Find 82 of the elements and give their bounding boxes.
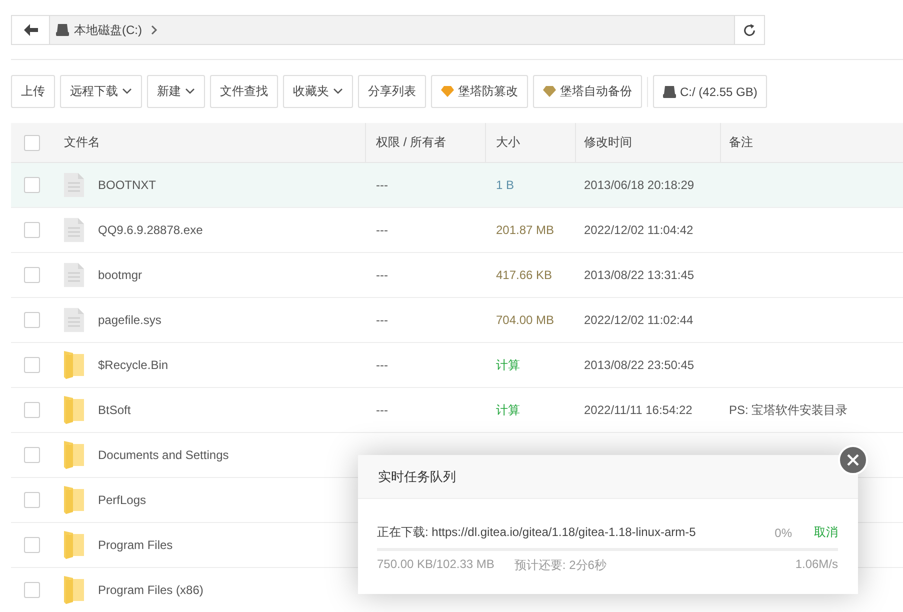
permission-text: --- bbox=[376, 358, 388, 372]
file-row[interactable]: BOOTNXT --- 1 B 2013/06/18 20:18:29 bbox=[11, 163, 903, 208]
folder-icon bbox=[64, 351, 84, 379]
file-size: 704.00 MB bbox=[496, 313, 554, 327]
caret-icon bbox=[185, 88, 195, 95]
column-header[interactable]: 文件名 bbox=[64, 134, 100, 151]
permission-text: --- bbox=[376, 403, 388, 417]
file-row[interactable]: bootmgr --- 417.66 KB 2013/08/22 13:31:45 bbox=[11, 253, 903, 298]
file-row[interactable]: QQ9.6.9.28878.exe --- 201.87 MB 2022/12/02 11:04:42 bbox=[11, 208, 903, 253]
speed-text: 1.06M/s bbox=[795, 557, 838, 573]
row-checkbox[interactable] bbox=[24, 312, 40, 328]
toolbar-button[interactable]: 分享列表 bbox=[358, 75, 426, 108]
row-checkbox[interactable] bbox=[24, 222, 40, 238]
toolbar-button[interactable]: 堡塔防篡改 bbox=[431, 75, 528, 108]
toolbar-button[interactable]: C:/ (42.55 GB) bbox=[653, 75, 768, 108]
eta-text: 预计还要: 2分6秒 bbox=[514, 557, 608, 574]
permission-text: --- bbox=[376, 268, 388, 282]
column-header[interactable]: 权限 / 所有者 bbox=[376, 134, 446, 151]
document-icon bbox=[64, 308, 84, 332]
progress-text: 750.00 KB/102.33 MB bbox=[377, 557, 494, 573]
toolbar-button[interactable]: 远程下载 bbox=[60, 75, 142, 108]
file-name[interactable]: bootmgr bbox=[98, 268, 142, 282]
modified-time: 2013/08/22 13:31:45 bbox=[584, 268, 694, 282]
file-name[interactable]: Program Files (x86) bbox=[98, 583, 204, 597]
toolbar-button[interactable]: 收藏夹 bbox=[283, 75, 353, 108]
caret-icon bbox=[333, 88, 343, 95]
permission-text: --- bbox=[376, 178, 388, 192]
file-name[interactable]: BtSoft bbox=[98, 403, 131, 417]
permission-text: --- bbox=[376, 313, 388, 327]
dialog-title: 实时任务队列 bbox=[378, 468, 456, 486]
file-name[interactable]: Program Files bbox=[98, 538, 173, 552]
toolbar-button[interactable]: 文件查找 bbox=[210, 75, 278, 108]
column-header[interactable]: 修改时间 bbox=[584, 134, 632, 151]
modified-time: 2022/11/11 16:54:22 bbox=[584, 403, 692, 417]
column-header[interactable]: 大小 bbox=[496, 134, 520, 151]
row-checkbox[interactable] bbox=[24, 447, 40, 463]
document-icon bbox=[64, 173, 84, 197]
note-text: PS: 宝塔软件安装目录 bbox=[729, 402, 848, 416]
file-name[interactable]: BOOTNXT bbox=[98, 178, 156, 192]
file-size: 201.87 MB bbox=[496, 223, 554, 237]
toolbar-button[interactable]: 上传 bbox=[11, 75, 55, 108]
toolbar-button[interactable]: 新建 bbox=[147, 75, 205, 108]
file-row[interactable]: $Recycle.Bin --- 计算 2013/08/22 23:50:45 bbox=[11, 343, 903, 388]
caret-icon bbox=[122, 88, 132, 95]
modified-time: 2013/06/18 20:18:29 bbox=[584, 178, 694, 192]
folder-icon bbox=[64, 531, 84, 559]
row-checkbox[interactable] bbox=[24, 402, 40, 418]
file-size: 1 B bbox=[496, 178, 514, 192]
modified-time: 2022/12/02 11:02:44 bbox=[584, 313, 694, 327]
file-row[interactable]: BtSoft --- 计算 2022/11/11 16:54:22 PS: 宝塔软件安装目录 bbox=[11, 388, 903, 433]
row-checkbox[interactable] bbox=[24, 177, 40, 193]
permission-text: --- bbox=[376, 223, 388, 237]
row-checkbox[interactable] bbox=[24, 492, 40, 508]
row-checkbox[interactable] bbox=[24, 582, 40, 598]
file-name[interactable]: PerfLogs bbox=[98, 493, 146, 507]
folder-icon bbox=[64, 486, 84, 514]
row-checkbox[interactable] bbox=[24, 357, 40, 373]
close-button[interactable] bbox=[838, 445, 868, 475]
modified-time: 2013/08/22 23:50:45 bbox=[584, 358, 694, 372]
folder-icon bbox=[64, 441, 84, 469]
row-checkbox[interactable] bbox=[24, 537, 40, 553]
percent-text: 0% bbox=[774, 526, 792, 540]
folder-icon bbox=[64, 396, 84, 424]
file-size: 计算 bbox=[496, 358, 520, 372]
file-size: 计算 bbox=[496, 402, 520, 416]
file-size: 417.66 KB bbox=[496, 268, 552, 282]
drive-icon bbox=[663, 86, 676, 98]
file-name[interactable]: $Recycle.Bin bbox=[98, 358, 168, 372]
column-header[interactable]: 备注 bbox=[729, 134, 753, 151]
close-icon bbox=[847, 454, 859, 466]
file-name[interactable]: QQ9.6.9.28878.exe bbox=[98, 223, 203, 237]
toolbar-button[interactable]: 堡塔自动备份 bbox=[533, 75, 642, 108]
folder-icon bbox=[64, 576, 84, 604]
file-row[interactable]: pagefile.sys --- 704.00 MB 2022/12/02 11:02:44 bbox=[11, 298, 903, 343]
document-icon bbox=[64, 218, 84, 242]
file-name[interactable]: Documents and Settings bbox=[98, 448, 229, 462]
row-checkbox[interactable] bbox=[24, 267, 40, 283]
document-icon bbox=[64, 263, 84, 287]
modified-time: 2022/12/02 11:04:42 bbox=[584, 223, 694, 237]
task-label: 正在下载: https://dl.gitea.io/gitea/1.18/gitea-1.18-linux-arm-5 bbox=[377, 524, 697, 541]
select-all-checkbox[interactable] bbox=[24, 134, 40, 150]
file-name[interactable]: pagefile.sys bbox=[98, 313, 162, 327]
